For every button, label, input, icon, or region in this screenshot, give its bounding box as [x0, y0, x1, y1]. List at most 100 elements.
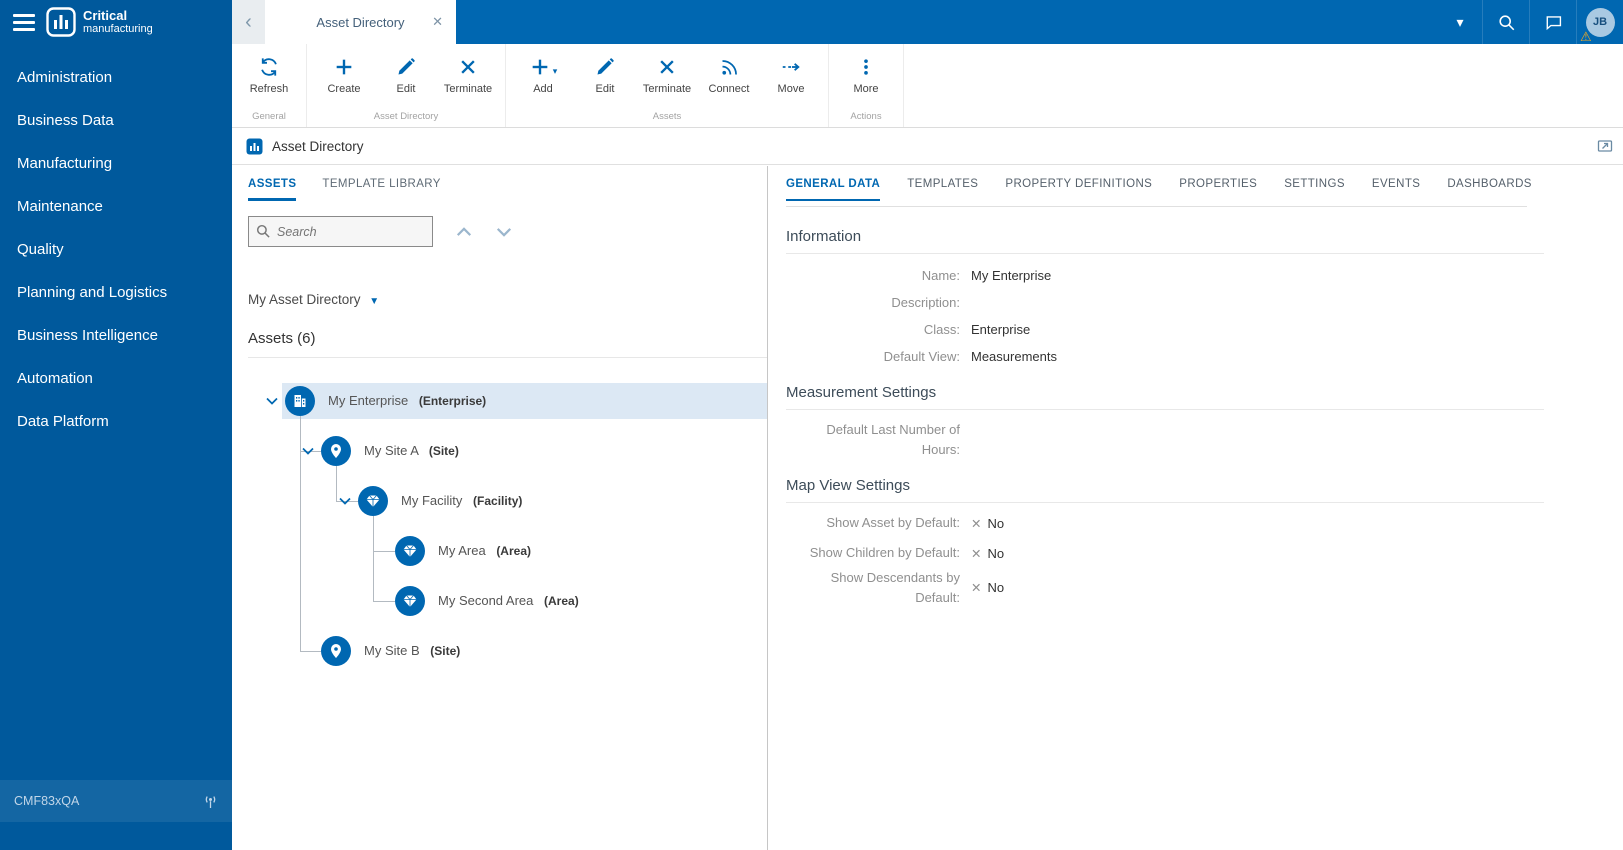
connection-status-icon[interactable]: [203, 794, 218, 809]
page-header: Asset Directory: [232, 128, 1623, 165]
tab-assets[interactable]: ASSETS: [248, 178, 296, 201]
tree-connector-line: [373, 516, 374, 601]
connect-icon: [719, 54, 740, 80]
button-label: Create: [327, 83, 360, 95]
button-label: Terminate: [643, 83, 691, 95]
sidebar-item-quality[interactable]: Quality: [0, 228, 232, 271]
tab-properties[interactable]: PROPERTIES: [1179, 178, 1257, 201]
tree-row-my-area[interactable]: My Area (Area): [232, 533, 767, 569]
tree-row-my-site-a[interactable]: My Site A (Site): [232, 433, 767, 469]
tab-general-data[interactable]: GENERAL DATA: [786, 178, 880, 201]
pencil-icon: [396, 54, 416, 80]
ribbon-group-asset-directory: Create Edit Terminate Asset Directory: [307, 44, 506, 127]
sidebar-item-automation[interactable]: Automation: [0, 357, 232, 400]
collapse-panel-icon[interactable]: [1597, 138, 1613, 154]
sidebar-item-business-data[interactable]: Business Data: [0, 99, 232, 142]
field-label: Show Asset by Default:: [786, 513, 960, 533]
section-divider: [786, 253, 1544, 254]
sidebar-item-business-intelligence[interactable]: Business Intelligence: [0, 314, 232, 357]
area-gem-icon: [395, 536, 425, 566]
search-input[interactable]: [248, 216, 433, 247]
field-label: Description:: [786, 293, 960, 313]
global-search-button[interactable]: [1482, 0, 1529, 44]
create-button[interactable]: Create: [313, 51, 375, 109]
next-result-button[interactable]: [494, 222, 514, 242]
tab-template-library[interactable]: TEMPLATE LIBRARY: [322, 178, 440, 201]
edit-asset-button[interactable]: Edit: [574, 51, 636, 109]
tab-title: Asset Directory: [316, 15, 404, 30]
sidebar-item-maintenance[interactable]: Maintenance: [0, 185, 232, 228]
main-sidebar: Critical manufacturing Administration Bu…: [0, 0, 232, 850]
more-button[interactable]: More: [835, 51, 897, 109]
messages-button[interactable]: [1529, 0, 1576, 44]
section-title-map-view-settings: Map View Settings: [786, 477, 910, 494]
page-title: Asset Directory: [272, 139, 364, 154]
tab-property-definitions[interactable]: PROPERTY DEFINITIONS: [1005, 178, 1152, 201]
ellipsis-icon: [856, 54, 876, 80]
field-value: No: [987, 516, 1004, 531]
button-label: More: [853, 83, 878, 95]
x-icon: ✕: [971, 546, 981, 561]
terminate-asset-button[interactable]: Terminate: [636, 51, 698, 109]
button-label: Refresh: [250, 83, 289, 95]
tree-node-type: (Enterprise): [419, 394, 486, 408]
button-label: Add: [533, 83, 553, 95]
edit-button[interactable]: Edit: [375, 51, 437, 109]
sidebar-item-manufacturing[interactable]: Manufacturing: [0, 142, 232, 185]
previous-result-button[interactable]: [454, 222, 474, 242]
asset-directory-selector[interactable]: My Asset Directory ▼: [248, 292, 379, 307]
map-view-settings-rows: Show Asset by Default: ✕ No Show Childre…: [786, 508, 1004, 607]
x-icon: [458, 54, 478, 80]
chevron-down-icon[interactable]: [264, 393, 280, 409]
terminate-button[interactable]: Terminate: [437, 51, 499, 109]
tab-templates[interactable]: TEMPLATES: [907, 178, 978, 201]
facility-gem-icon: [358, 486, 388, 516]
site-pin-icon: [321, 436, 351, 466]
connect-button[interactable]: Connect: [698, 51, 760, 109]
area-gem-icon: [395, 586, 425, 616]
sidebar-item-administration[interactable]: Administration: [0, 56, 232, 99]
asset-tree: My Enterprise (Enterprise) My Site A: [232, 383, 767, 693]
tab-scroll-left-button[interactable]: ‹: [232, 0, 265, 44]
sidebar-item-data-platform[interactable]: Data Platform: [0, 400, 232, 443]
field-row-name: Name: My Enterprise: [786, 262, 1057, 289]
tab-close-icon[interactable]: ✕: [432, 14, 443, 30]
refresh-button[interactable]: Refresh: [238, 51, 300, 109]
environment-footer: CMF83xQA: [0, 780, 232, 822]
field-value: Measurements: [971, 349, 1057, 364]
ribbon-toolbar: Refresh General Create Edit: [232, 44, 1623, 128]
ribbon-group-general: Refresh General: [232, 44, 307, 127]
hamburger-menu-icon[interactable]: [13, 14, 35, 35]
tree-row-my-second-area[interactable]: My Second Area (Area): [232, 583, 767, 619]
tab-asset-directory[interactable]: Asset Directory ✕: [265, 0, 456, 44]
search-icon: [255, 223, 271, 239]
button-label: Edit: [596, 83, 615, 95]
tree-node-label: My Second Area: [438, 593, 533, 608]
chevron-down-icon[interactable]: [300, 443, 316, 459]
tree-node-type: (Facility): [473, 494, 522, 508]
tabs-divider: [786, 206, 1527, 207]
left-panel-tabs: ASSETS TEMPLATE LIBRARY: [248, 178, 441, 201]
tree-row-my-facility[interactable]: My Facility (Facility): [232, 483, 767, 519]
tab-settings[interactable]: SETTINGS: [1284, 178, 1345, 201]
field-row-show-children-by-default: Show Children by Default: ✕ No: [786, 538, 1004, 568]
asset-details-panel: GENERAL DATA TEMPLATES PROPERTY DEFINITI…: [769, 166, 1623, 850]
application-window: Critical manufacturing Administration Bu…: [0, 0, 1623, 850]
field-row-show-descendants-by-default: Show Descendants by Default: ✕ No: [786, 568, 1004, 607]
tab-dashboards[interactable]: DASHBOARDS: [1447, 178, 1532, 201]
ribbon-group-label: Asset Directory: [307, 109, 505, 127]
user-menu[interactable]: JB ⚠: [1576, 0, 1623, 44]
add-button[interactable]: ▾ Add: [512, 51, 574, 109]
tree-row-my-enterprise[interactable]: My Enterprise (Enterprise): [232, 383, 767, 419]
field-label: Show Descendants by Default:: [786, 568, 960, 607]
field-row-show-asset-by-default: Show Asset by Default: ✕ No: [786, 508, 1004, 538]
ribbon-group-label: Actions: [829, 109, 903, 127]
sidebar-item-planning-logistics[interactable]: Planning and Logistics: [0, 271, 232, 314]
search-icon: [1497, 13, 1516, 32]
tree-node-type: (Area): [544, 594, 579, 608]
tab-list-chevron-icon[interactable]: ▾: [1438, 14, 1482, 31]
field-row-default-view: Default View: Measurements: [786, 343, 1057, 370]
tab-events[interactable]: EVENTS: [1372, 178, 1420, 201]
chevron-down-icon[interactable]: [337, 493, 353, 509]
move-button[interactable]: Move: [760, 51, 822, 109]
